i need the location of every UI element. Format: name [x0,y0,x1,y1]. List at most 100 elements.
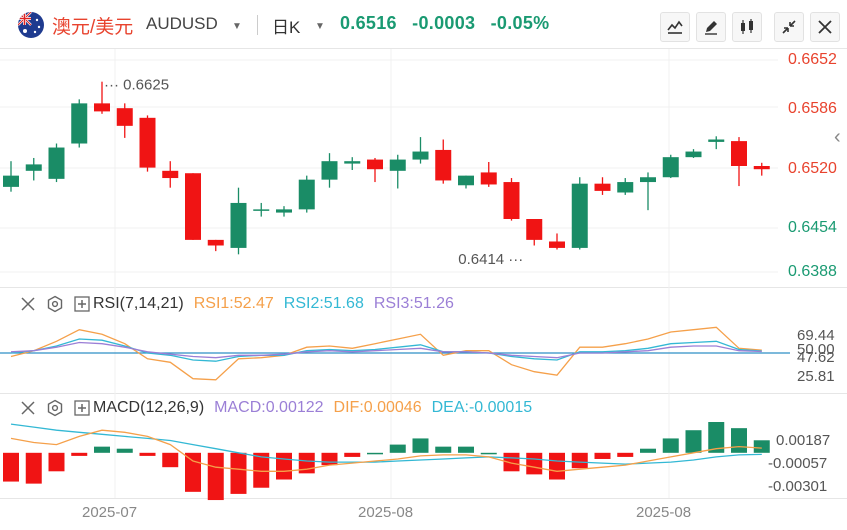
rsi3-value: RSI3:51.26 [373,295,454,312]
candle-body [139,117,156,168]
candle-body [594,183,611,191]
macd-series [3,422,770,501]
candle-body [71,103,88,144]
settings-hex-icon[interactable] [46,295,64,313]
candle-body [617,182,634,193]
candle-body [662,157,679,178]
candle [3,161,19,192]
rsi-lines [0,326,790,381]
candle [458,175,474,189]
macd-bar [207,452,224,501]
price-tick-3: 0.6454 [788,219,837,236]
candle [412,137,429,164]
candle-body [185,173,201,240]
macd-bar [344,452,361,457]
macd-bar [526,452,543,475]
rsi1-value: RSI1:52.47 [193,295,274,312]
candle [207,239,224,252]
add-indicator-icon[interactable] [74,296,90,312]
macd-bar [71,452,88,456]
add-indicator-icon[interactable] [74,400,90,416]
candle [549,233,565,250]
candle [617,178,634,195]
macd-bar [230,452,247,494]
candle [753,162,770,176]
candle [25,157,42,181]
candle [116,103,133,138]
candle [662,154,679,179]
candle-body [344,161,361,164]
candle-body [503,182,520,219]
macd-bar [276,452,292,480]
macd-tick-1: -0.00057 [768,455,828,472]
remove-indicator-icon[interactable] [20,400,36,416]
macd-bar [617,452,634,457]
macd-bar [571,452,588,469]
macd-bar [139,452,156,456]
candle-body [731,141,747,166]
candle-body [48,147,65,179]
rsi-tick-3: 25.81 [797,368,835,385]
macd-bar [389,444,406,453]
candle [162,161,179,188]
candle [276,206,292,217]
x-tick-0: 2025-07 [82,504,138,521]
expand-sidebar-icon[interactable]: ‹ [834,126,841,149]
macd-bar [321,452,338,466]
macd-bar [185,452,201,492]
candle-body [162,170,179,179]
macd-bar [731,428,747,453]
price-tick-0: 0.6652 [788,51,837,68]
macd-bar [549,452,565,480]
candle [480,161,497,187]
candle [185,173,201,240]
candle [253,202,270,217]
macd-value: MACD:0.00122 [214,399,324,416]
candle-body [549,241,565,248]
candle-body [94,103,110,112]
chart-grid [0,49,778,498]
macd-bar [3,452,19,482]
candle-body [571,183,588,248]
candle-body [230,202,247,248]
macd-tick-2: -0.00301 [768,478,828,495]
candle [367,157,383,183]
macd-bar [162,452,179,468]
candle-body [116,108,133,126]
macd-bar [435,446,452,453]
macd-bar [367,452,383,455]
candle [503,178,520,221]
macd-bar [116,448,133,453]
chart-canvas[interactable]: ··· 0.6625 0.6414 ··· [0,0,847,530]
price-tick-2: 0.6520 [788,160,837,177]
macd-bar [640,448,656,453]
candle-body [207,239,224,246]
macd-bar [458,446,474,453]
candle [71,99,88,148]
rsi-indicator-bar: RSI(7,14,21) RSI1:52.47 RSI2:51.68 RSI3:… [0,293,454,315]
macd-params: MACD(12,26,9) [93,399,205,416]
candle-body [435,149,452,181]
price-tick-1: 0.6586 [788,100,837,117]
candle-body [640,177,656,183]
settings-hex-icon[interactable] [46,399,64,417]
high-annotation: ··· 0.6625 [104,77,169,94]
candle-body [708,139,725,142]
macd-bar [412,438,429,453]
candle-body [3,175,19,187]
remove-indicator-icon[interactable] [20,296,36,312]
candle-body [480,172,497,185]
rsi-params: RSI(7,14,21) [93,295,184,312]
candle [571,177,588,250]
candle-body [321,161,338,180]
candle-body [753,166,770,170]
candle [685,149,702,158]
macd-bar [48,452,65,472]
candle [139,115,156,172]
candle [708,136,725,150]
candle [640,172,656,211]
macd-bar [753,440,770,453]
x-tick-1: 2025-08 [358,504,414,521]
macd-tick-0: 0.00187 [776,432,831,449]
macd-bar [685,430,702,453]
